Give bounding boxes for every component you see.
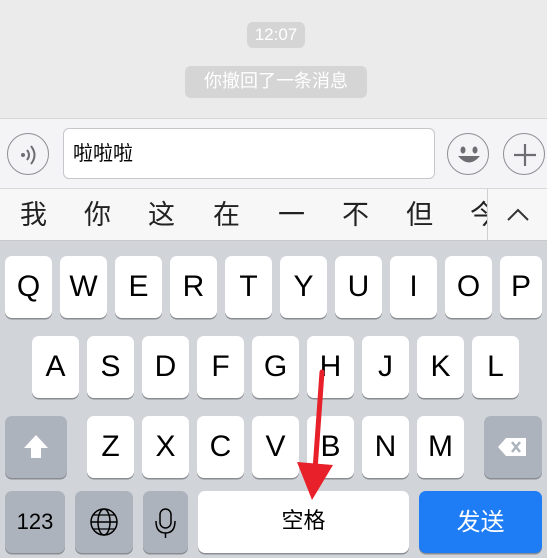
- key-m[interactable]: M: [417, 416, 464, 478]
- key-o[interactable]: O: [445, 256, 492, 318]
- candidate-expand-button[interactable]: [487, 189, 547, 240]
- key-c[interactable]: C: [197, 416, 244, 478]
- key-p[interactable]: P: [500, 256, 542, 318]
- candidate-bar: 我 你 这 在 一 不 但 今: [0, 188, 547, 241]
- key-z[interactable]: Z: [87, 416, 134, 478]
- microphone-icon: [155, 508, 176, 538]
- key-y[interactable]: Y: [280, 256, 327, 318]
- candidate-item[interactable]: 我: [20, 189, 47, 240]
- delete-icon: [498, 438, 526, 456]
- key-b[interactable]: B: [307, 416, 354, 478]
- emoji-button[interactable]: [447, 133, 489, 175]
- voice-button[interactable]: [7, 133, 49, 175]
- key-x[interactable]: X: [142, 416, 189, 478]
- delete-key[interactable]: [484, 416, 542, 478]
- candidate-item[interactable]: 不: [342, 189, 369, 240]
- key-q[interactable]: Q: [5, 256, 52, 318]
- key-a[interactable]: A: [32, 336, 79, 398]
- shift-icon: [24, 435, 48, 458]
- message-input[interactable]: 啦啦啦: [63, 128, 435, 179]
- key-h[interactable]: H: [307, 336, 354, 398]
- key-g[interactable]: G: [252, 336, 299, 398]
- message-input-bar: 啦啦啦: [0, 118, 547, 188]
- candidate-item[interactable]: 但: [406, 189, 433, 240]
- send-button[interactable]: 发送: [419, 491, 542, 553]
- key-k[interactable]: K: [417, 336, 464, 398]
- chat-area: 12:07 你撤回了一条消息: [0, 0, 547, 118]
- key-e[interactable]: E: [115, 256, 162, 318]
- candidate-item[interactable]: 这: [148, 189, 175, 240]
- candidate-item[interactable]: 一: [278, 189, 305, 240]
- shift-key[interactable]: [5, 416, 67, 478]
- microphone-key[interactable]: [143, 491, 188, 553]
- key-i[interactable]: I: [390, 256, 437, 318]
- plus-button[interactable]: [503, 133, 545, 175]
- key-n[interactable]: N: [362, 416, 409, 478]
- key-u[interactable]: U: [335, 256, 382, 318]
- key-w[interactable]: W: [60, 256, 107, 318]
- key-d[interactable]: D: [142, 336, 189, 398]
- globe-icon: [90, 508, 118, 536]
- plus-icon: [514, 144, 536, 166]
- keyboard: Q W E R T Y U I O P A S D F G H J K L Z …: [0, 241, 547, 558]
- key-f[interactable]: F: [197, 336, 244, 398]
- chevron-up-icon: [507, 208, 529, 221]
- key-j[interactable]: J: [362, 336, 409, 398]
- key-t[interactable]: T: [225, 256, 272, 318]
- voice-icon: [21, 145, 36, 165]
- space-key[interactable]: 空格: [198, 491, 409, 553]
- recall-notice: 你撤回了一条消息: [185, 66, 367, 98]
- key-l[interactable]: L: [472, 336, 519, 398]
- key-r[interactable]: R: [170, 256, 217, 318]
- globe-key[interactable]: [75, 491, 133, 553]
- key-v[interactable]: V: [252, 416, 299, 478]
- candidate-item[interactable]: 你: [84, 189, 111, 240]
- candidate-item[interactable]: 在: [213, 189, 240, 240]
- timestamp-badge: 12:07: [247, 22, 305, 48]
- numbers-key[interactable]: 123: [5, 491, 65, 553]
- emoji-icon: [458, 146, 480, 163]
- key-s[interactable]: S: [87, 336, 134, 398]
